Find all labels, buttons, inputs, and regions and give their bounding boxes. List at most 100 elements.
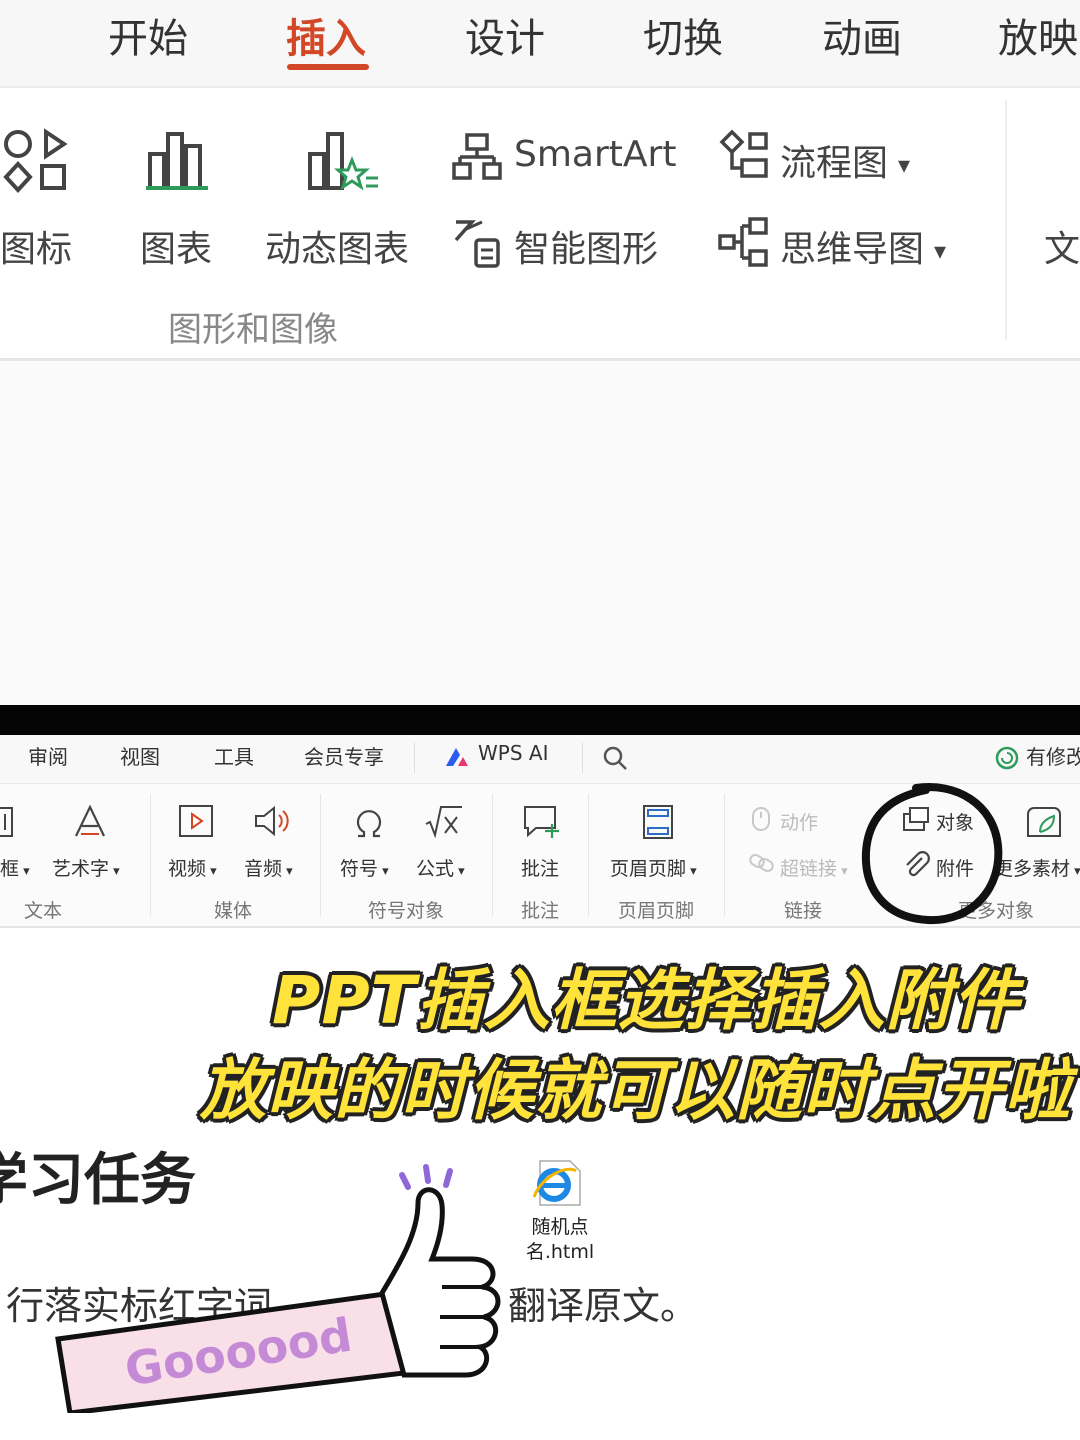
tab-design[interactable]: 设计 — [465, 6, 545, 64]
mindmap-icon[interactable] — [718, 216, 770, 270]
hyperlink-icon[interactable] — [748, 852, 776, 874]
textbox-button[interactable]: 框 ▾ — [0, 854, 30, 881]
tab-slideshow[interactable]: 放映 — [998, 6, 1078, 64]
ie-html-file-icon[interactable] — [532, 1157, 584, 1209]
group-label-comment: 批注 — [521, 900, 560, 922]
smart-shape-button-label[interactable]: 智能图形 — [514, 220, 658, 272]
formula-button[interactable]: 公式 ▾ — [416, 854, 465, 881]
group-divider — [1005, 100, 1007, 340]
chevron-down-icon: ▾ — [898, 151, 911, 179]
formula-icon[interactable] — [424, 804, 464, 838]
group-divider — [588, 794, 589, 916]
insert-ribbon-small: 框 ▾ 艺术字 ▾ 文本 视频 ▾ 音频 ▾ 媒体 符号 ▾ 公式 ▾ 符号对象… — [0, 783, 1080, 928]
icon-button-label[interactable]: 图标 — [0, 220, 72, 272]
group-label-media: 媒体 — [214, 900, 253, 922]
textbox-icon[interactable] — [0, 806, 16, 840]
tab-transition[interactable]: 切换 — [643, 6, 723, 64]
screenshot-divider — [0, 705, 1080, 735]
shapes-icon[interactable] — [2, 128, 72, 194]
tab-member[interactable]: 会员专享 — [304, 741, 384, 770]
group-label-link: 链接 — [784, 900, 823, 922]
smartart-button-label[interactable]: SmartArt — [514, 134, 676, 175]
group-divider — [724, 794, 725, 916]
mindmap-label: 思维导图 — [780, 229, 925, 270]
tab-view[interactable]: 视图 — [120, 741, 160, 770]
dynamic-chart-button-label[interactable]: 动态图表 — [265, 220, 409, 272]
zoomed-ribbon-panel: 开始 插入 设计 切换 动画 放映 图标 图表 动态图表 SmartArt 智能… — [0, 0, 1080, 705]
chevron-down-icon: ▾ — [454, 864, 465, 879]
ribbon-tab-bar-small: 审阅 视图 工具 会员专享 WPS AI 有修改 — [0, 735, 1080, 784]
symbol-label: 符号 — [340, 858, 379, 880]
group-label-symbol-object: 符号对象 — [368, 900, 445, 922]
tab-separator — [582, 743, 583, 773]
flowchart-button[interactable]: 流程图 ▾ — [780, 134, 910, 186]
more-material-icon[interactable] — [1024, 804, 1062, 840]
active-tab-indicator — [287, 64, 369, 70]
symbol-button[interactable]: 符号 ▾ — [340, 854, 389, 881]
hyperlink-label: 超链接 — [780, 858, 838, 880]
wps-ai-logo-icon — [446, 748, 468, 766]
group-label-header-footer: 页眉页脚 — [618, 900, 695, 922]
revision-status-icon[interactable] — [994, 745, 1020, 771]
wordart-button[interactable]: 艺术字 ▾ — [52, 854, 120, 881]
chevron-down-icon: ▾ — [934, 237, 947, 265]
tab-wps-ai[interactable]: WPS AI — [478, 741, 548, 765]
tab-animation[interactable]: 动画 — [822, 6, 902, 64]
wordart-icon[interactable] — [72, 804, 108, 840]
slide-body-text-right: 翻译原文。 — [508, 1284, 699, 1328]
text-button-partial[interactable]: 文 — [1044, 220, 1080, 272]
tab-review[interactable]: 审阅 — [28, 741, 68, 770]
caption-line-1: PPT插入框选择插入附件 — [272, 962, 1020, 1039]
hyperlink-button[interactable]: 超链接 ▾ — [780, 854, 848, 881]
wordart-label: 艺术字 — [52, 858, 110, 880]
chevron-down-icon: ▾ — [378, 864, 389, 879]
chart-button-label[interactable]: 图表 — [140, 220, 212, 272]
audio-button[interactable]: 音频 ▾ — [244, 854, 293, 881]
video-icon[interactable] — [178, 804, 214, 838]
tab-separator — [414, 743, 415, 773]
group-divider — [492, 794, 493, 916]
mindmap-button[interactable]: 思维导图 ▾ — [780, 220, 946, 272]
more-material-button[interactable]: 更多素材 ▾ — [994, 854, 1080, 881]
formula-label: 公式 — [416, 858, 455, 880]
chevron-down-icon: ▾ — [19, 864, 30, 879]
search-icon[interactable] — [602, 745, 628, 771]
tab-home[interactable]: 开始 — [108, 6, 188, 64]
slide-canvas-blank — [0, 362, 1080, 705]
thumbs-up-sticker — [55, 1164, 501, 1413]
action-icon[interactable] — [750, 806, 772, 832]
header-footer-icon[interactable] — [642, 804, 674, 840]
audio-label: 音频 — [244, 858, 283, 880]
audio-icon[interactable] — [252, 804, 292, 838]
smart-shape-icon[interactable] — [452, 218, 504, 270]
ribbon-screenshot-panel: 审阅 视图 工具 会员专享 WPS AI 有修改 框 ▾ 艺术字 ▾ 文本 视频… — [0, 735, 1080, 1440]
comment-icon[interactable] — [522, 804, 560, 840]
header-footer-label: 页眉页脚 — [610, 858, 687, 880]
video-button[interactable]: 视频 ▾ — [168, 854, 217, 881]
revision-status-label[interactable]: 有修改 — [1026, 741, 1080, 770]
action-button-label[interactable]: 动作 — [780, 808, 818, 835]
attachment-file-name[interactable]: 随机点名.html — [500, 1215, 620, 1265]
hand-drawn-circle-highlight — [861, 783, 1003, 925]
group-label-text: 文本 — [24, 900, 63, 922]
ribbon-tab-bar: 开始 插入 设计 切换 动画 放映 — [0, 0, 1080, 88]
flowchart-icon[interactable] — [718, 128, 770, 182]
flowchart-label: 流程图 — [780, 143, 889, 184]
dynamic-chart-icon[interactable] — [306, 130, 382, 194]
chevron-down-icon: ▾ — [282, 864, 293, 879]
chevron-down-icon: ▾ — [109, 864, 120, 879]
chevron-down-icon: ▾ — [206, 864, 217, 879]
smartart-icon[interactable] — [452, 132, 502, 182]
comment-button-label[interactable]: 批注 — [521, 854, 559, 881]
group-divider — [150, 794, 151, 916]
caption-line-2: 放映的时候就可以随时点开啦 — [200, 1052, 1071, 1129]
chevron-down-icon: ▾ — [1070, 864, 1080, 879]
chart-icon[interactable] — [144, 130, 210, 192]
tab-insert[interactable]: 插入 — [286, 6, 366, 64]
tab-tools[interactable]: 工具 — [214, 741, 254, 770]
chevron-down-icon: ▾ — [686, 864, 697, 879]
header-footer-button[interactable]: 页眉页脚 ▾ — [610, 854, 697, 881]
group-divider — [320, 794, 321, 916]
textbox-label: 框 — [0, 858, 20, 880]
symbol-omega-icon[interactable] — [352, 806, 386, 838]
